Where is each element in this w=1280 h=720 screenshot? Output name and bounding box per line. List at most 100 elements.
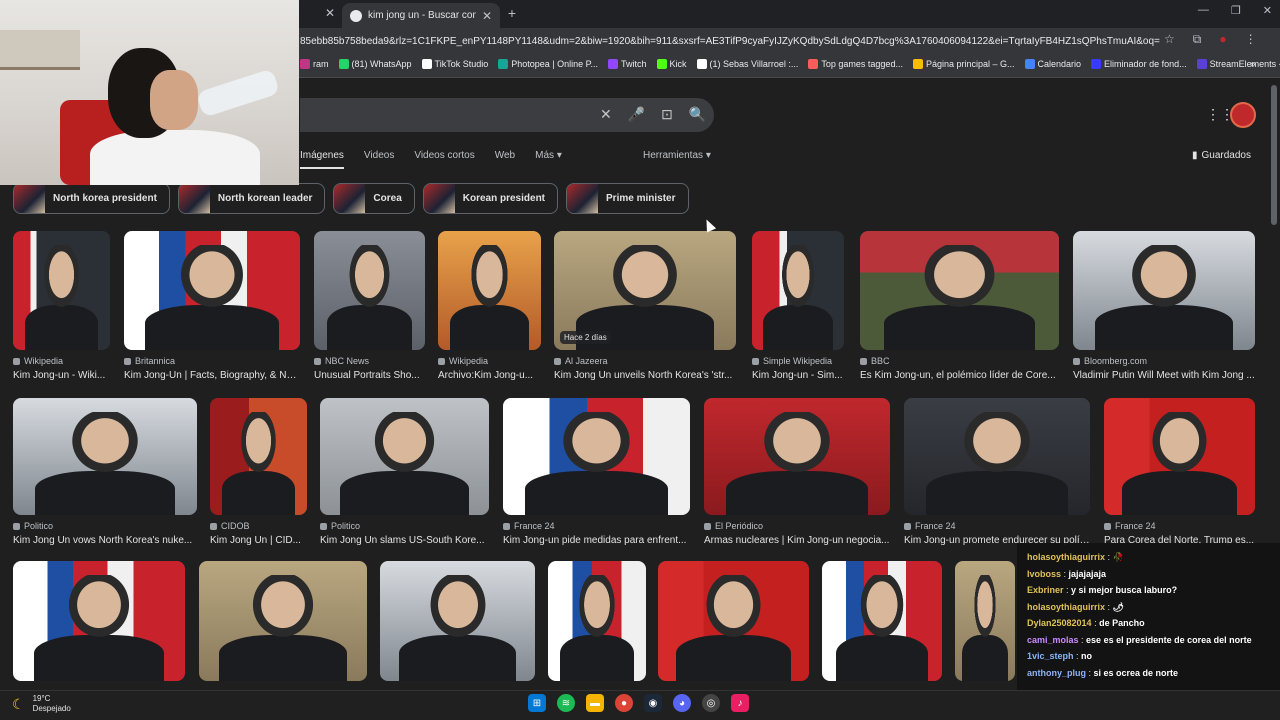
- image-result[interactable]: Politico Kim Jong Un slams US-South Kore.…: [320, 398, 489, 546]
- result-source[interactable]: Bloomberg.com: [1073, 356, 1255, 366]
- image-result[interactable]: Simple Wikipedia Kim Jong-un - Sim...: [752, 231, 844, 381]
- restore-icon[interactable]: ❐: [1231, 4, 1241, 17]
- result-thumbnail[interactable]: [210, 398, 307, 515]
- result-source[interactable]: France 24: [503, 521, 690, 531]
- menu-dots-icon[interactable]: ⋮: [1245, 32, 1257, 47]
- related-chip[interactable]: Corea: [333, 183, 415, 214]
- result-title[interactable]: Kim Jong Un slams US-South Kore...: [320, 535, 489, 546]
- close-window-icon[interactable]: ✕: [1263, 4, 1272, 17]
- result-source[interactable]: El Periódico: [704, 521, 890, 531]
- result-thumbnail[interactable]: [320, 398, 489, 515]
- previous-tab[interactable]: ✕: [300, 0, 342, 28]
- image-result[interactable]: France 24 Kim Jong-un pide medidas para e…: [503, 398, 690, 546]
- result-source[interactable]: Simple Wikipedia: [752, 356, 844, 366]
- bookmark-item[interactable]: Página principal – G...: [912, 59, 1015, 69]
- result-thumbnail[interactable]: Hace 2 días: [554, 231, 736, 350]
- image-result[interactable]: [822, 561, 942, 681]
- bookmark-item[interactable]: Eliminador de fond...: [1091, 59, 1187, 69]
- result-thumbnail[interactable]: [1073, 231, 1255, 350]
- chat-username[interactable]: holasoythiaguirrix: [1027, 602, 1105, 612]
- clear-search-icon[interactable]: ✕: [600, 106, 612, 123]
- result-source[interactable]: CIDOB: [210, 521, 307, 531]
- image-result[interactable]: [658, 561, 809, 681]
- result-thumbnail[interactable]: [13, 231, 110, 350]
- page-scrollbar[interactable]: [1271, 85, 1277, 225]
- more-bookmarks-icon[interactable]: »: [1250, 59, 1256, 70]
- tab-videos[interactable]: Videos: [364, 150, 394, 169]
- result-thumbnail[interactable]: [752, 231, 844, 350]
- result-title[interactable]: Kim Jong Un | CID...: [210, 535, 307, 546]
- related-chip[interactable]: North korea president: [13, 183, 170, 214]
- result-source[interactable]: Politico: [320, 521, 489, 531]
- close-tab-icon[interactable]: ✕: [482, 9, 492, 23]
- bookmark-item[interactable]: ram: [300, 59, 329, 69]
- bookmark-item[interactable]: Twitch: [607, 59, 647, 69]
- tab-short-videos[interactable]: Videos cortos: [414, 150, 474, 169]
- result-title[interactable]: Vladimir Putin Will Meet with Kim Jong .…: [1073, 370, 1255, 381]
- image-result[interactable]: BBC Es Kim Jong-un, el polémico líder de …: [860, 231, 1059, 381]
- chat-username[interactable]: cami_molas: [1027, 635, 1079, 645]
- result-thumbnail[interactable]: [822, 561, 942, 681]
- profile-icon[interactable]: ●: [1219, 32, 1226, 47]
- account-avatar[interactable]: [1230, 102, 1256, 128]
- start-icon[interactable]: ⊞: [528, 694, 546, 712]
- result-thumbnail[interactable]: [658, 561, 809, 681]
- chat-username[interactable]: 1vic_steph: [1027, 651, 1074, 661]
- result-thumbnail[interactable]: [314, 231, 425, 350]
- result-thumbnail[interactable]: [1104, 398, 1255, 515]
- image-result[interactable]: France 24 Kim Jong-un promete endurecer s…: [904, 398, 1090, 546]
- result-source[interactable]: Al Jazeera: [554, 356, 736, 366]
- result-title[interactable]: Kim Jong-un pide medidas para enfrent...: [503, 535, 690, 546]
- image-result[interactable]: Bloomberg.com Vladimir Putin Will Meet wi…: [1073, 231, 1255, 381]
- steam-icon[interactable]: ◉: [644, 694, 662, 712]
- folder-icon[interactable]: ▬: [586, 694, 604, 712]
- result-title[interactable]: Armas nucleares | Kim Jong-un negocia...: [704, 535, 890, 546]
- result-thumbnail[interactable]: [380, 561, 535, 681]
- result-thumbnail[interactable]: [904, 398, 1090, 515]
- tools-button[interactable]: Herramientas ▾: [643, 150, 711, 161]
- image-result[interactable]: [199, 561, 367, 681]
- result-thumbnail[interactable]: [860, 231, 1059, 350]
- result-thumbnail[interactable]: [13, 561, 185, 681]
- bookmark-item[interactable]: Calendario: [1024, 59, 1081, 69]
- result-thumbnail[interactable]: [955, 561, 1015, 681]
- result-source[interactable]: France 24: [1104, 521, 1255, 531]
- image-result[interactable]: [955, 561, 1015, 681]
- image-result[interactable]: Hace 2 días Al Jazeera Kim Jong Un unveils…: [554, 231, 736, 381]
- bookmark-star-icon[interactable]: ☆: [1164, 32, 1175, 47]
- search-icon[interactable]: 🔍: [689, 106, 706, 123]
- result-title[interactable]: Kim Jong Un vows North Korea's nuke...: [13, 535, 197, 546]
- bookmark-item[interactable]: Kick: [656, 59, 687, 69]
- image-result[interactable]: [548, 561, 646, 681]
- close-tab-icon[interactable]: ✕: [325, 6, 335, 20]
- result-title[interactable]: Kim Jong-un - Sim...: [752, 370, 844, 381]
- image-result[interactable]: CIDOB Kim Jong Un | CID...: [210, 398, 307, 546]
- result-thumbnail[interactable]: [124, 231, 300, 350]
- image-result[interactable]: [380, 561, 535, 681]
- tiktok-icon[interactable]: ♪: [731, 694, 749, 712]
- chat-username[interactable]: anthony_plug: [1027, 668, 1086, 678]
- result-source[interactable]: Wikipedia: [438, 356, 541, 366]
- lens-icon[interactable]: ⊡: [661, 106, 673, 123]
- image-result[interactable]: France 24 Para Corea del Norte, Trump es.…: [1104, 398, 1255, 546]
- result-title[interactable]: Kim Jong-Un | Facts, Biography, & Nu...: [124, 370, 300, 381]
- image-result[interactable]: Wikipedia Archivo:Kim Jong-u...: [438, 231, 541, 381]
- image-result[interactable]: [13, 561, 185, 681]
- image-result[interactable]: Wikipedia Kim Jong-un - Wiki...: [13, 231, 110, 381]
- chat-username[interactable]: holasoythiaguirrix: [1027, 552, 1105, 562]
- image-result[interactable]: Politico Kim Jong Un vows North Korea's n…: [13, 398, 197, 546]
- active-tab[interactable]: kim jong un - Buscar con Goog ✕: [342, 3, 500, 28]
- result-title[interactable]: Unusual Portraits Sho...: [314, 370, 425, 381]
- microphone-icon[interactable]: 🎤: [628, 106, 645, 123]
- chat-username[interactable]: Ivoboss: [1027, 569, 1061, 579]
- image-result[interactable]: El Periódico Armas nucleares | Kim Jong-u…: [704, 398, 890, 546]
- related-chip[interactable]: Korean president: [422, 183, 559, 214]
- related-chip[interactable]: North korean leader: [177, 183, 326, 214]
- result-thumbnail[interactable]: [503, 398, 690, 515]
- result-source[interactable]: Wikipedia: [13, 356, 110, 366]
- result-thumbnail[interactable]: [704, 398, 890, 515]
- result-source[interactable]: BBC: [860, 356, 1059, 366]
- tab-more[interactable]: Más ▾: [535, 150, 562, 169]
- result-title[interactable]: Kim Jong Un unveils North Korea's 'str..…: [554, 370, 736, 381]
- image-result[interactable]: NBC News Unusual Portraits Sho...: [314, 231, 425, 381]
